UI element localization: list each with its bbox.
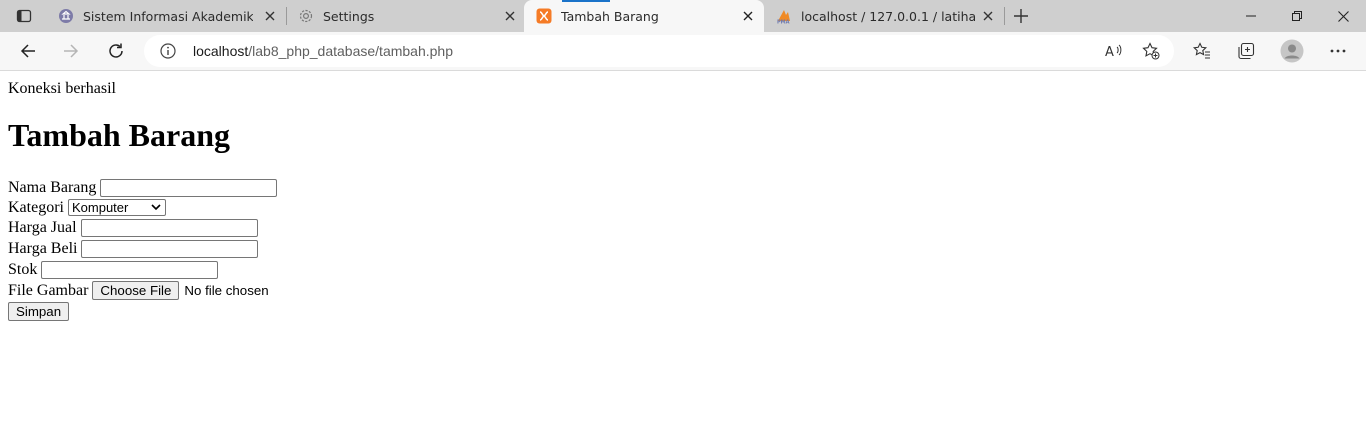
tab-title: localhost / 127.0.0.1 / latihan1 | p: [801, 9, 975, 24]
file-gambar-label: File Gambar: [8, 281, 89, 299]
tab-tambah-barang[interactable]: Tambah Barang: [524, 0, 764, 32]
close-icon[interactable]: [502, 8, 518, 24]
svg-text:PMA: PMA: [777, 20, 790, 25]
close-icon[interactable]: [980, 8, 996, 24]
arrow-right-icon: [64, 44, 79, 58]
tab-separator: [1004, 7, 1005, 25]
favorites-button[interactable]: [1188, 37, 1216, 65]
form-row-kategori: Kategori Komputer: [8, 197, 166, 218]
stok-input[interactable]: [41, 260, 219, 279]
page-content: Koneksi berhasil Tambah Barang Nama Bara…: [8, 71, 1366, 428]
collections-icon: [1238, 42, 1255, 60]
new-tab-button[interactable]: [1009, 4, 1033, 28]
tab-actions-menu-button[interactable]: [8, 4, 40, 28]
collections-button[interactable]: [1232, 37, 1260, 65]
tab-phpmyadmin[interactable]: PMA localhost / 127.0.0.1 / latihan1 | p: [764, 0, 1004, 32]
chevron-down-icon: [151, 204, 161, 211]
profile-button[interactable]: [1278, 37, 1306, 65]
form-row-harga-jual: Harga Jual: [8, 217, 258, 238]
gear-icon: [298, 8, 314, 24]
close-icon[interactable]: [740, 8, 756, 24]
no-file-chosen-text: No file chosen: [184, 283, 269, 298]
read-aloud-button[interactable]: A: [1102, 39, 1126, 63]
tab-title: Sistem Informasi Akademik: [83, 9, 253, 24]
tab-strip: Sistem Informasi Akademik Settings Tamba…: [0, 0, 1366, 32]
avatar-icon: [1280, 39, 1304, 63]
url-text[interactable]: localhost/lab8_php_database/tambah.php: [193, 43, 453, 59]
xampp-icon: [536, 8, 552, 24]
tab-title: Settings: [323, 9, 375, 24]
tab-title: Tambah Barang: [561, 9, 659, 24]
harga-jual-input[interactable]: [80, 218, 258, 237]
minimize-icon: [1246, 15, 1256, 17]
phpmyadmin-icon: PMA: [776, 8, 792, 26]
form-row-nama: Nama Barang: [8, 177, 278, 198]
back-button[interactable]: [14, 37, 42, 65]
url-host: localhost: [193, 43, 249, 59]
restore-button[interactable]: [1274, 0, 1320, 32]
choose-file-button[interactable]: Choose File: [92, 281, 180, 300]
favorites-icon: [1193, 42, 1210, 59]
settings-menu-button[interactable]: [1324, 37, 1352, 65]
nama-barang-input[interactable]: [100, 178, 278, 197]
plus-icon: [1014, 9, 1028, 23]
refresh-button[interactable]: [102, 37, 130, 65]
kategori-label: Kategori: [8, 198, 64, 216]
connection-status: Koneksi berhasil: [8, 80, 116, 97]
harga-jual-label: Harga Jual: [8, 218, 77, 236]
star-add-icon: [1142, 42, 1160, 60]
refresh-icon: [109, 43, 123, 58]
kategori-select[interactable]: Komputer: [67, 199, 166, 216]
browser-toolbar: localhost/lab8_php_database/tambah.php A: [0, 32, 1366, 71]
close-icon[interactable]: [262, 8, 278, 24]
tab-settings[interactable]: Settings: [286, 0, 524, 32]
close-window-button[interactable]: [1320, 0, 1366, 32]
simpan-button[interactable]: Simpan: [8, 302, 70, 321]
university-icon: [58, 8, 74, 24]
read-aloud-icon: A: [1105, 44, 1122, 59]
tab-sistem-informasi-akademik[interactable]: Sistem Informasi Akademik: [46, 0, 286, 32]
arrow-left-icon: [20, 44, 35, 58]
harga-beli-label: Harga Beli: [8, 239, 78, 257]
form-row-submit: Simpan: [8, 301, 70, 322]
form-row-file: File Gambar Choose File No file chosen: [8, 280, 269, 301]
address-bar[interactable]: localhost/lab8_php_database/tambah.php A: [144, 35, 1174, 67]
form-row-stok: Stok: [8, 259, 219, 280]
svg-text:A: A: [1105, 45, 1114, 59]
stok-label: Stok: [8, 260, 38, 278]
add-favorite-button[interactable]: [1139, 39, 1163, 63]
restore-icon: [1292, 11, 1302, 21]
form-row-harga-beli: Harga Beli: [8, 238, 259, 259]
close-icon: [1337, 10, 1349, 22]
harga-beli-input[interactable]: [81, 239, 259, 258]
url-path: /lab8_php_database/tambah.php: [248, 43, 453, 59]
tab-actions-icon: [16, 9, 32, 23]
more-icon: [1330, 49, 1346, 53]
minimize-button[interactable]: [1228, 0, 1274, 32]
nama-barang-label: Nama Barang: [8, 178, 97, 196]
kategori-selected-value: Komputer: [71, 200, 129, 215]
info-icon[interactable]: [160, 43, 176, 59]
forward-button[interactable]: [57, 37, 85, 65]
page-title: Tambah Barang: [8, 117, 230, 153]
